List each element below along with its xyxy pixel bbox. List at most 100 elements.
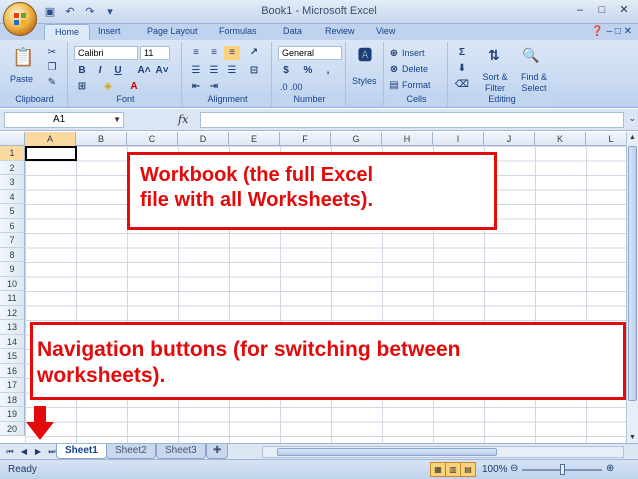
column-header[interactable]: A [25, 132, 76, 146]
row-header[interactable]: 2 [0, 160, 25, 175]
column-header[interactable]: B [76, 132, 127, 146]
format-painter-icon[interactable]: ✎ [44, 76, 60, 90]
row-header[interactable]: 14 [0, 334, 25, 349]
zoom-slider-thumb[interactable] [560, 464, 565, 475]
font-size-select[interactable]: 11 [140, 46, 170, 60]
zoom-in-icon[interactable]: ⊕ [606, 463, 614, 474]
column-header[interactable]: F [280, 132, 331, 146]
normal-view-icon[interactable]: ▦ [431, 463, 446, 476]
vertical-scrollbar[interactable]: ▲ ▼ [626, 132, 638, 443]
row-header[interactable]: 11 [0, 291, 25, 306]
borders-icon[interactable]: ⊞ [74, 80, 90, 94]
align-center-icon[interactable]: ☰ [206, 64, 222, 78]
row-header[interactable]: 18 [0, 392, 25, 407]
tab-home[interactable]: Home [44, 24, 91, 41]
column-header[interactable]: L [586, 132, 626, 146]
row-header[interactable]: 5 [0, 204, 25, 219]
zoom-level[interactable]: 100% [482, 464, 508, 475]
horizontal-scroll-thumb[interactable] [277, 448, 497, 456]
merge-center-icon[interactable]: ⊟ [246, 64, 262, 78]
clear-icon[interactable]: ⌫ [454, 78, 470, 92]
comma-button[interactable]: , [320, 64, 336, 78]
align-left-icon[interactable]: ☰ [188, 64, 204, 78]
prev-sheet-nav-icon[interactable]: ◀ [18, 446, 30, 458]
page-layout-view-icon[interactable]: ▥ [446, 463, 461, 476]
page-break-view-icon[interactable]: ▤ [461, 463, 475, 476]
paste-icon[interactable]: 📋 [12, 46, 34, 68]
delete-cells-button[interactable]: Delete [402, 64, 428, 74]
align-right-icon[interactable]: ☰ [224, 64, 240, 78]
sort-filter-button[interactable]: Sort & Filter [480, 72, 510, 94]
font-name-select[interactable]: Calibri [74, 46, 138, 60]
column-header[interactable]: H [382, 132, 433, 146]
styles-icon[interactable]: 🅰 [357, 48, 373, 62]
row-header[interactable]: 15 [0, 349, 25, 364]
row-header[interactable]: 16 [0, 363, 25, 378]
zoom-out-icon[interactable]: ⊖ [510, 463, 518, 474]
office-button[interactable] [3, 2, 37, 36]
grow-font-button[interactable]: A˄ [136, 64, 152, 78]
row-header[interactable]: 19 [0, 407, 25, 422]
styles-button[interactable]: Styles [352, 76, 377, 86]
copy-icon[interactable]: ❐ [44, 61, 60, 75]
row-header[interactable]: 12 [0, 305, 25, 320]
align-top-icon[interactable]: ≡ [188, 46, 204, 60]
help-icon[interactable]: ❓ – □ ✕ [591, 26, 632, 37]
sheet-tab-2[interactable]: Sheet2 [106, 444, 156, 459]
shrink-font-button[interactable]: A˅ [154, 64, 170, 78]
paste-button[interactable]: Paste [10, 74, 33, 84]
expand-formula-bar-icon[interactable]: ⌄ [628, 113, 636, 124]
decimal-buttons[interactable]: .0 .00 [280, 82, 303, 92]
minimize-button[interactable]: – [570, 2, 590, 18]
name-box[interactable]: A1 ▼ [4, 112, 124, 128]
autosum-button[interactable]: Σ [454, 46, 470, 60]
row-header[interactable]: 6 [0, 218, 25, 233]
row-header[interactable]: 13 [0, 320, 25, 335]
cut-icon[interactable]: ✂ [44, 46, 60, 60]
insert-function-button[interactable]: fx [178, 113, 188, 126]
row-header[interactable]: 17 [0, 378, 25, 393]
name-box-dropdown-icon[interactable]: ▼ [113, 113, 121, 127]
format-cells-button[interactable]: Format [402, 80, 431, 90]
maximize-button[interactable]: □ [592, 2, 612, 18]
column-header[interactable]: E [229, 132, 280, 146]
column-header[interactable]: I [433, 132, 484, 146]
decrease-indent-icon[interactable]: ⇤ [188, 80, 204, 94]
percent-button[interactable]: % [300, 64, 316, 78]
tab-data[interactable]: Data [283, 26, 302, 36]
tab-page-layout[interactable]: Page Layout [147, 26, 198, 36]
tab-formulas[interactable]: Formulas [219, 26, 257, 36]
column-header[interactable]: C [127, 132, 178, 146]
scroll-down-icon[interactable]: ▼ [627, 434, 638, 441]
row-header[interactable]: 1 [0, 146, 25, 161]
align-bottom-icon[interactable]: ≡ [224, 46, 240, 60]
sheet-tab-3[interactable]: Sheet3 [156, 444, 206, 459]
scroll-up-icon[interactable]: ▲ [627, 134, 638, 141]
align-middle-icon[interactable]: ≡ [206, 46, 222, 60]
bold-button[interactable]: B [74, 64, 90, 78]
close-button[interactable]: ✕ [614, 2, 634, 18]
insert-sheet-icon[interactable]: ✚ [206, 444, 229, 459]
next-sheet-nav-icon[interactable]: ▶ [32, 446, 44, 458]
column-header[interactable]: G [331, 132, 382, 146]
sheet-tab-1[interactable]: Sheet1 [56, 444, 107, 459]
row-header[interactable]: 4 [0, 189, 25, 204]
increase-indent-icon[interactable]: ⇥ [206, 80, 222, 94]
number-format-select[interactable]: General [278, 46, 342, 60]
row-header[interactable]: 3 [0, 175, 25, 190]
row-header[interactable]: 9 [0, 262, 25, 277]
active-cell[interactable] [25, 146, 77, 161]
column-header[interactable]: D [178, 132, 229, 146]
tab-insert[interactable]: Insert [98, 26, 121, 36]
fill-color-icon[interactable]: ◈ [100, 80, 116, 94]
row-header[interactable]: 10 [0, 276, 25, 291]
orientation-icon[interactable]: ↗ [246, 46, 262, 60]
find-select-button[interactable]: Find & Select [516, 72, 552, 94]
column-header[interactable]: J [484, 132, 535, 146]
column-header[interactable]: K [535, 132, 586, 146]
tab-review[interactable]: Review [325, 26, 355, 36]
horizontal-scrollbar[interactable] [262, 446, 624, 458]
first-sheet-nav-icon[interactable]: ⏮ [4, 446, 16, 458]
currency-button[interactable]: $ [278, 64, 294, 78]
italic-button[interactable]: I [92, 64, 108, 78]
